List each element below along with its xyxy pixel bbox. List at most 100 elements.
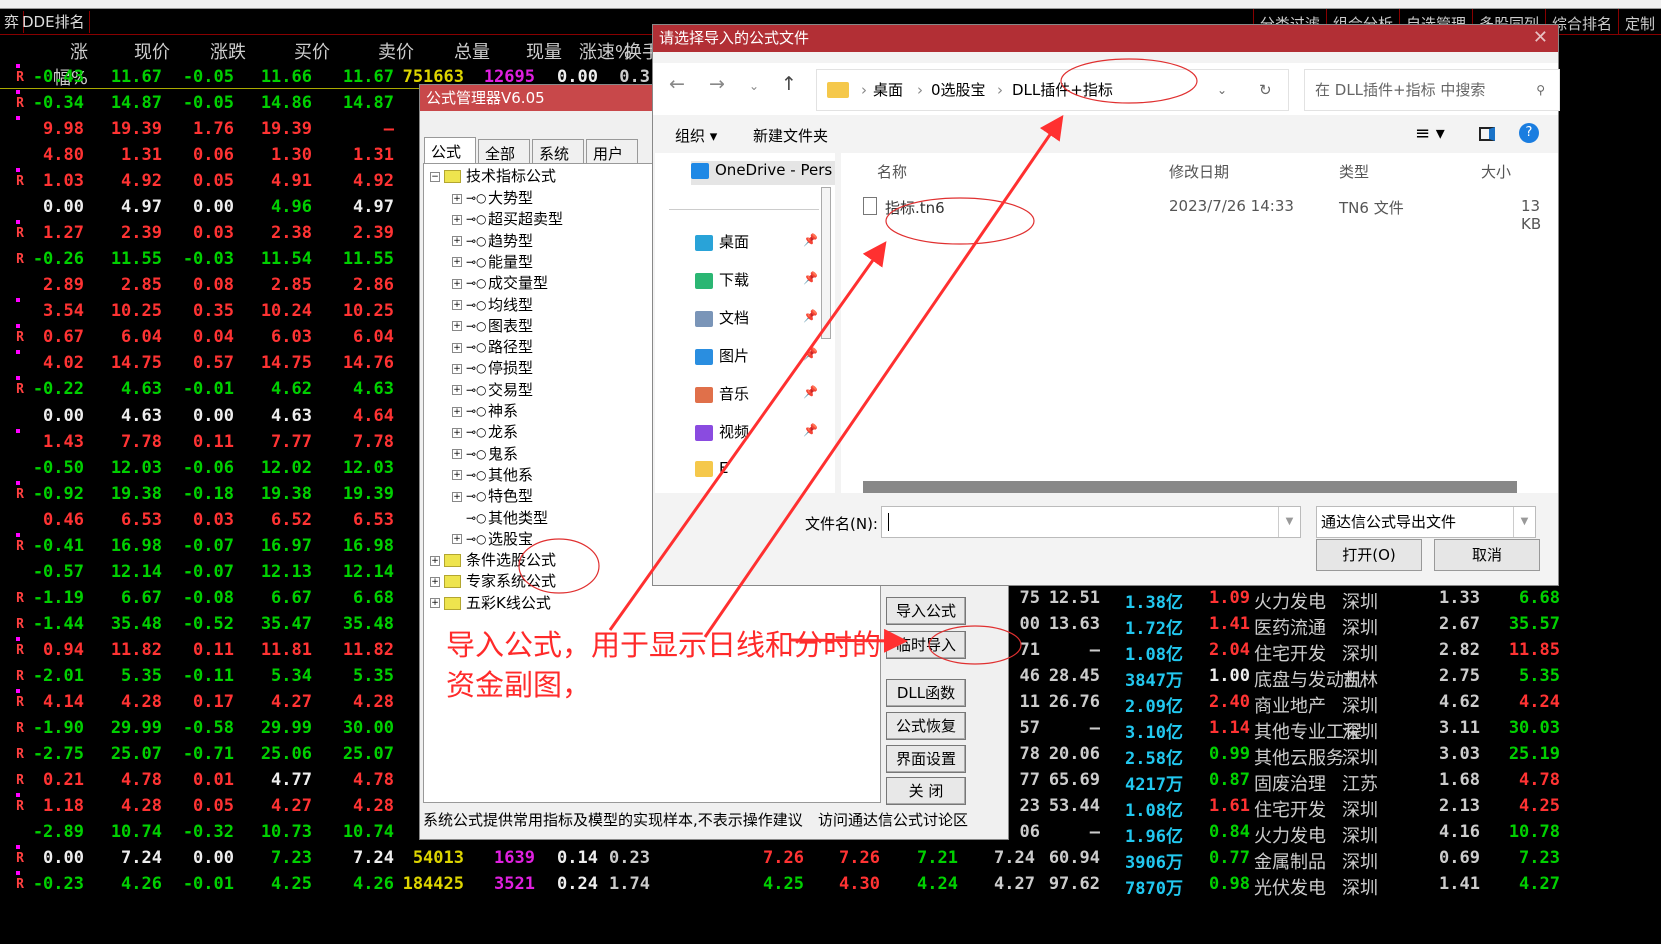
address-bar[interactable]: › 桌面 › 0选股宝 › DLL插件+指标 ⌄ ↻ [816, 69, 1289, 111]
navigation-pane-scrollbar[interactable] [821, 187, 831, 339]
tree-node-child[interactable]: + ⊸○趋势型 [452, 231, 533, 252]
expand-icon[interactable]: + [430, 598, 440, 609]
expand-icon[interactable]: + [452, 193, 462, 204]
pin-icon[interactable]: 📌 [803, 385, 818, 399]
column-name[interactable]: 名称 [877, 161, 907, 182]
back-arrow-icon[interactable]: ← [669, 73, 685, 95]
tree-node-child[interactable]: + ⊸○龙系 [452, 422, 518, 443]
nav-pane-item[interactable]: 文档 [695, 307, 749, 328]
tree-node-root[interactable]: + 五彩K线公式 [430, 593, 551, 614]
expand-icon[interactable]: + [452, 321, 462, 332]
column-header[interactable]: 卖价 [354, 38, 414, 64]
expand-icon[interactable]: + [452, 385, 462, 396]
formula-action-button[interactable]: DLL函数 [886, 679, 966, 707]
nav-pane-item[interactable]: E [695, 459, 728, 477]
pin-icon[interactable]: 📌 [803, 233, 818, 247]
tab-dde-ranking[interactable]: DDE排名 [18, 11, 90, 33]
column-size[interactable]: 大小 [1481, 161, 1511, 182]
formula-tab[interactable]: 系统 [532, 139, 584, 166]
pin-icon[interactable]: 📌 [803, 309, 818, 323]
column-header[interactable]: 涨跌 [196, 38, 246, 64]
column-date[interactable]: 修改日期 [1169, 161, 1229, 182]
formula-tab[interactable]: 全部 [478, 139, 530, 166]
expand-icon[interactable]: + [452, 236, 462, 247]
tree-node-child[interactable]: + ⊸○超买超卖型 [452, 209, 563, 230]
tree-node-child[interactable]: + ⊸○成交量型 [452, 273, 548, 294]
expand-icon[interactable]: + [452, 363, 462, 374]
formula-action-button[interactable]: 导入公式 [886, 597, 966, 625]
tree-node-child[interactable]: + ⊸○神系 [452, 401, 518, 422]
tree-node-child[interactable]: ⊸○其他类型 [452, 508, 548, 529]
tree-node-child[interactable]: + ⊸○均线型 [452, 295, 533, 316]
formula-action-button[interactable]: 公式恢复 [886, 712, 966, 740]
expand-icon[interactable]: + [452, 342, 462, 353]
expand-icon[interactable]: + [452, 300, 462, 310]
tree-node-child[interactable]: + ⊸○路径型 [452, 337, 533, 358]
filename-dropdown-icon[interactable]: ▼ [1278, 507, 1300, 537]
horizontal-scrollbar[interactable] [863, 481, 1517, 493]
nav-pane-item[interactable]: OneDrive - Pers [691, 161, 835, 185]
forum-link[interactable]: 访问通达信公式讨论区 [818, 809, 968, 830]
tree-node-child[interactable]: + ⊸○图表型 [452, 316, 533, 337]
help-icon[interactable]: ? [1519, 123, 1539, 143]
filetype-dropdown-icon[interactable]: ▼ [1513, 507, 1535, 537]
formula-action-button[interactable]: 临时导入 [886, 631, 966, 659]
pin-icon[interactable]: 📌 [803, 271, 818, 285]
formula-action-button[interactable]: 关 闭 [886, 777, 966, 805]
tree-node-root[interactable]: − 技术指标公式 [430, 166, 556, 187]
cancel-button[interactable]: 取消 [1434, 539, 1540, 571]
view-menu-icon[interactable]: ≡ ▾ [1415, 123, 1445, 144]
expand-icon[interactable]: + [430, 555, 440, 566]
expand-icon[interactable]: + [452, 470, 462, 481]
up-arrow-icon[interactable]: ↑ [781, 73, 797, 95]
expand-icon[interactable]: + [452, 406, 462, 417]
collapse-icon[interactable]: − [430, 171, 440, 182]
expand-icon[interactable]: + [452, 491, 462, 502]
tree-node-child[interactable]: + ⊸○停损型 [452, 358, 533, 379]
tree-node-child[interactable]: + ⊸○其他系 [452, 465, 533, 486]
nav-pane-item[interactable]: 视频 [695, 421, 749, 442]
formula-tab[interactable]: 公式组 [424, 137, 476, 182]
tree-node-child[interactable]: + ⊸○能量型 [452, 252, 533, 273]
new-folder-button[interactable]: 新建文件夹 [753, 125, 828, 146]
forward-arrow-icon[interactable]: → [709, 73, 725, 95]
expand-icon[interactable]: + [452, 214, 462, 225]
tree-node-child[interactable]: + ⊸○大势型 [452, 188, 533, 209]
breadcrumb-xuangubao[interactable]: 0选股宝 [931, 70, 986, 110]
expand-icon[interactable]: + [452, 257, 462, 268]
pin-icon[interactable]: 📌 [803, 347, 818, 361]
expand-icon[interactable]: + [430, 576, 440, 587]
refresh-icon[interactable]: ↻ [1259, 70, 1272, 110]
tree-node-child[interactable]: + ⊸○选股宝 [452, 529, 533, 550]
recent-locations-chevron-icon[interactable]: ⌄ [749, 79, 759, 93]
organize-menu[interactable]: 组织 ▾ [675, 125, 717, 146]
tree-node-child[interactable]: + ⊸○交易型 [452, 380, 533, 401]
expand-icon[interactable]: + [452, 427, 462, 438]
nav-pane-item[interactable]: 下载 [695, 269, 749, 290]
right-tab[interactable]: 定制 [1617, 9, 1661, 35]
column-type[interactable]: 类型 [1339, 161, 1369, 182]
column-header[interactable]: 买价 [270, 38, 330, 64]
search-input[interactable]: 在 DLL插件+指标 中搜索 ⚲ [1304, 69, 1560, 111]
address-dropdown-icon[interactable]: ⌄ [1217, 70, 1227, 110]
table-row[interactable]: R -0.23 4.26 -0.01 4.25 4.26 184425 3521 0.24 1.7… [0, 871, 1661, 899]
breadcrumb-desktop[interactable]: 桌面 [873, 70, 903, 110]
expand-icon[interactable]: + [452, 278, 462, 289]
tree-node-child[interactable]: + ⊸○鬼系 [452, 444, 518, 465]
search-icon[interactable]: ⚲ [1536, 70, 1545, 110]
expand-icon[interactable]: + [452, 534, 462, 545]
close-icon[interactable]: ✕ [1533, 25, 1548, 51]
open-button[interactable]: 打开(O) [1316, 539, 1422, 571]
formula-action-button[interactable]: 界面设置 [886, 745, 966, 773]
tree-node-child[interactable]: + ⊸○特色型 [452, 486, 533, 507]
tree-node-root[interactable]: + 条件选股公式 [430, 550, 556, 571]
filename-input[interactable]: ▼ [881, 506, 1301, 538]
preview-pane-icon[interactable] [1479, 127, 1495, 141]
table-row[interactable]: R 0.00 7.24 0.00 7.23 7.24 54013 1639 0.14 0.23 7.… [0, 845, 1661, 873]
nav-pane-item[interactable]: 桌面 [695, 231, 749, 252]
breadcrumb-dll-folder[interactable]: DLL插件+指标 [1012, 70, 1113, 110]
filetype-select[interactable]: 通达信公式导出文件 ▼ [1316, 506, 1536, 538]
nav-pane-item[interactable]: 音乐 [695, 383, 749, 404]
formula-tab[interactable]: 用户 [586, 139, 638, 166]
tree-node-root[interactable]: + 专家系统公式 [430, 571, 556, 592]
